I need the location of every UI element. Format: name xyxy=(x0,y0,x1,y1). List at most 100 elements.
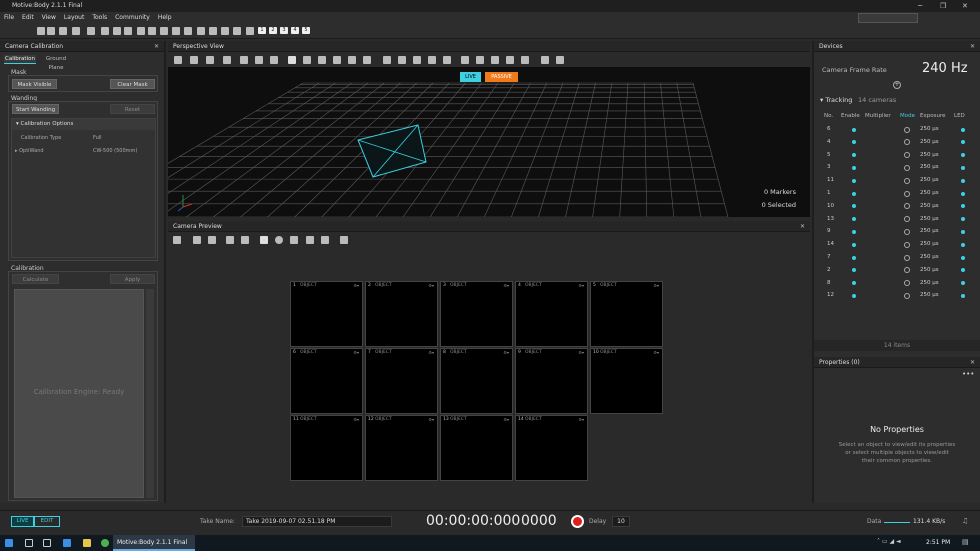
scale-icon[interactable] xyxy=(333,56,341,64)
enable-indicator-icon[interactable] xyxy=(852,204,856,209)
new-file-icon[interactable] xyxy=(37,27,45,35)
local-space-icon[interactable] xyxy=(363,56,371,64)
passive-mode-button[interactable]: PASSIVE xyxy=(485,72,518,82)
layout-dropdown[interactable] xyxy=(858,13,918,23)
camera-view-tile[interactable]: 13 OBJECT ⚙▾ xyxy=(440,415,513,481)
device-row[interactable]: 4 250 µs xyxy=(814,136,980,149)
mode-object-icon[interactable] xyxy=(904,152,910,159)
device-row[interactable]: 1 250 µs xyxy=(814,187,980,200)
camera-settings-icon[interactable]: ⚙▾ xyxy=(353,417,359,422)
results-scrollbar[interactable] xyxy=(146,289,154,498)
rigid-body-create-icon[interactable] xyxy=(383,56,391,64)
frame-rate-value[interactable]: 240 Hz xyxy=(922,61,968,76)
enable-indicator-icon[interactable] xyxy=(852,229,856,234)
reset-wanding-button[interactable]: Reset xyxy=(110,104,155,114)
eraser-icon[interactable] xyxy=(321,236,329,244)
camera-icon[interactable] xyxy=(101,27,109,35)
device-row[interactable]: 14 250 µs xyxy=(814,238,980,251)
save-icon[interactable] xyxy=(59,27,67,35)
led-indicator-icon[interactable] xyxy=(961,293,965,298)
camera-settings-icon[interactable]: ⚙▾ xyxy=(653,283,659,288)
notifications-icon[interactable]: ▤ xyxy=(962,538,969,546)
asset-icon[interactable] xyxy=(221,27,229,35)
skeleton-create-icon[interactable] xyxy=(413,56,421,64)
data-icon[interactable] xyxy=(184,27,192,35)
exposure-value[interactable]: 250 µs xyxy=(920,251,939,264)
led-indicator-icon[interactable] xyxy=(961,140,965,145)
device-row[interactable]: 5 250 µs xyxy=(814,149,980,162)
camera-view-tile[interactable]: 9 OBJECT ⚙▾ xyxy=(515,348,588,414)
more-options-icon[interactable]: ••• xyxy=(962,370,974,378)
camera-settings-icon[interactable]: ⚙▾ xyxy=(353,350,359,355)
tab-ground-plane[interactable]: Ground Plane xyxy=(38,55,74,71)
led-indicator-icon[interactable] xyxy=(961,178,965,183)
sidebar-icon[interactable] xyxy=(246,27,254,35)
menu-help[interactable]: Help xyxy=(154,12,176,23)
exposure-value[interactable]: 250 µs xyxy=(920,277,939,290)
enable-indicator-icon[interactable] xyxy=(852,242,856,247)
mask-icon[interactable] xyxy=(241,236,249,244)
device-row[interactable]: 12 250 µs xyxy=(814,289,980,302)
apply-button[interactable]: Apply xyxy=(110,274,155,284)
record-folder-icon[interactable] xyxy=(87,27,95,35)
edge-browser-icon[interactable] xyxy=(63,539,71,547)
device-row[interactable]: 7 250 µs xyxy=(814,251,980,264)
exposure-value[interactable]: 250 µs xyxy=(920,200,939,213)
tab-calibration[interactable]: Calibration xyxy=(4,55,36,64)
minimize-icon[interactable]: ─ xyxy=(918,0,922,12)
settings-gear-icon[interactable] xyxy=(206,56,214,64)
rect-mask-icon[interactable] xyxy=(290,236,298,244)
camera-settings-icon[interactable]: ⚙▾ xyxy=(428,417,434,422)
zoom-out-icon[interactable] xyxy=(255,56,263,64)
start-wanding-button[interactable]: Start Wanding xyxy=(12,104,59,114)
skeleton-icon[interactable] xyxy=(137,27,145,35)
frame-icon[interactable] xyxy=(226,236,234,244)
camera-view-tile[interactable]: 8 OBJECT ⚙▾ xyxy=(440,348,513,414)
layout-1-button[interactable]: 1 xyxy=(258,27,266,34)
task-view-icon[interactable] xyxy=(43,539,51,547)
maximize-icon[interactable]: ❐ xyxy=(940,0,946,12)
wand-icon[interactable] xyxy=(113,27,121,35)
device-row[interactable]: 11 250 µs xyxy=(814,174,980,187)
camera-settings-icon[interactable]: ⚙▾ xyxy=(578,283,584,288)
device-row[interactable]: 8 250 µs xyxy=(814,277,980,290)
led-indicator-icon[interactable] xyxy=(961,281,965,286)
mode-object-icon[interactable] xyxy=(904,228,910,235)
exposure-value[interactable]: 250 µs xyxy=(920,123,939,136)
mode-object-icon[interactable] xyxy=(904,292,910,299)
enable-indicator-icon[interactable] xyxy=(852,153,856,158)
graph-icon[interactable] xyxy=(148,27,156,35)
brush-icon[interactable] xyxy=(306,236,314,244)
select-cursor-icon[interactable] xyxy=(260,236,268,244)
layout-3-button[interactable]: 3 xyxy=(280,27,288,34)
menu-file[interactable]: File xyxy=(0,12,18,23)
calculate-button[interactable]: Calculate xyxy=(12,274,59,284)
grid-icon[interactable] xyxy=(174,56,182,64)
led-indicator-icon[interactable] xyxy=(961,268,965,273)
camera-settings-icon[interactable]: ⚙▾ xyxy=(503,350,509,355)
mask-visible-button[interactable]: Mask Visible xyxy=(12,79,57,89)
led-indicator-icon[interactable] xyxy=(961,153,965,158)
camera-view-tile[interactable]: 2 OBJECT ⚙▾ xyxy=(365,281,438,347)
exposure-value[interactable]: 250 µs xyxy=(920,213,939,226)
select-cursor-icon[interactable] xyxy=(288,56,296,64)
plugin-icon[interactable] xyxy=(209,27,217,35)
camera-view-tile[interactable]: 7 OBJECT ⚙▾ xyxy=(365,348,438,414)
led-indicator-icon[interactable] xyxy=(961,242,965,247)
camera-settings-icon[interactable]: ⚙▾ xyxy=(428,283,434,288)
tracking-group-label[interactable]: ▾ Tracking xyxy=(820,96,852,104)
device-row[interactable]: 6 250 µs xyxy=(814,123,980,136)
markers-visibility-icon[interactable] xyxy=(491,56,499,64)
menu-view[interactable]: View xyxy=(38,12,60,23)
device-row[interactable]: 2 250 µs xyxy=(814,264,980,277)
mode-object-icon[interactable] xyxy=(904,267,910,274)
search-icon[interactable] xyxy=(25,539,33,547)
skeleton-edit-icon[interactable] xyxy=(428,56,436,64)
mode-object-icon[interactable] xyxy=(904,164,910,171)
marker-set-icon[interactable] xyxy=(443,56,451,64)
device-row[interactable]: 13 250 µs xyxy=(814,213,980,226)
layout-4-button[interactable]: 4 xyxy=(291,27,299,34)
exposure-value[interactable]: 250 µs xyxy=(920,161,939,174)
label-icon[interactable] xyxy=(197,27,205,35)
exposure-value[interactable]: 250 µs xyxy=(920,136,939,149)
